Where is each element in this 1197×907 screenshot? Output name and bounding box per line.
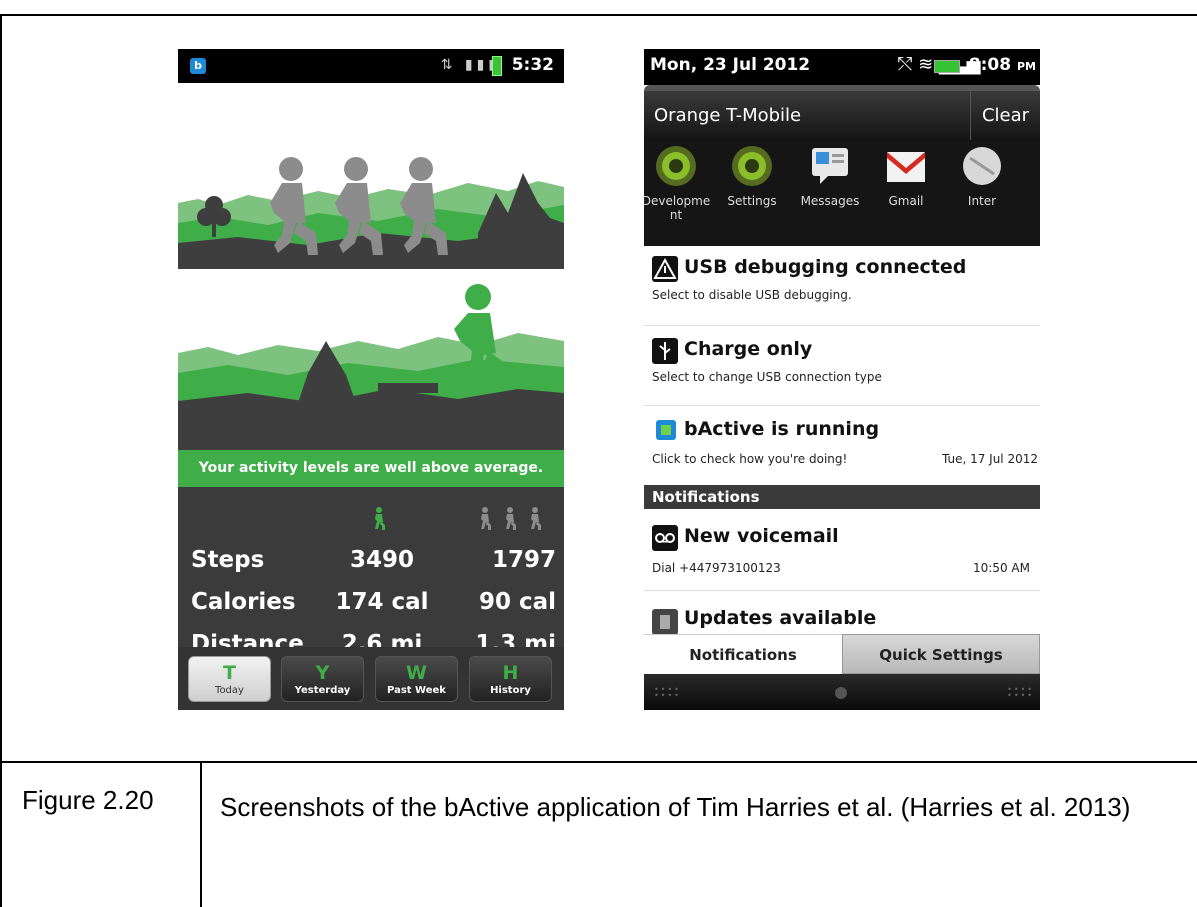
- notification-bactive[interactable]: bActive is running Click to check how yo…: [644, 406, 1040, 485]
- stat-row-calories: Calories 174 cal 90 cal: [178, 589, 564, 629]
- voicemail-icon: [652, 525, 678, 551]
- app-development[interactable]: Developme nt: [644, 144, 714, 222]
- notification-updates[interactable]: Updates available: [644, 591, 1040, 634]
- notification-title: Updates available: [684, 607, 877, 629]
- table-border-left: [0, 14, 2, 907]
- app-label: Inter: [967, 194, 997, 208]
- shade-drag-handle[interactable]: •••• •••• •••• ••••: [644, 674, 1040, 710]
- app-label: Settings: [727, 194, 777, 208]
- activity-scene: [178, 83, 564, 450]
- notification-title: bActive is running: [684, 418, 880, 440]
- notification-title: New voicemail: [684, 525, 839, 547]
- table-divider-caption: [200, 761, 202, 907]
- status-bar: b ⇅ ▮▮▮ 5:32: [178, 49, 564, 83]
- carrier-name: Orange T-Mobile: [654, 105, 802, 126]
- globe-icon: [963, 147, 1001, 185]
- stats-panel: Steps 3490 1797 Calories 174 cal 90 cal …: [178, 487, 564, 657]
- tab-label: Today: [215, 685, 244, 696]
- you-walker-icon: [375, 507, 385, 530]
- figure-label: Figure 2.20: [22, 785, 154, 815]
- notification-shade-screenshot: Mon, 23 Jul 2012 ⤲ ≋ ▁▃▅ 8:08 PM Orange …: [644, 49, 1040, 710]
- handle-dot: [835, 687, 847, 699]
- notification-subtitle: Dial +447973100123: [652, 561, 781, 575]
- app-messages[interactable]: Messages: [792, 144, 868, 208]
- activity-banner: Your activity levels are well above aver…: [178, 450, 564, 487]
- shade-tab-bar: Notifications Quick Settings: [644, 634, 1040, 674]
- stat-label: Steps: [191, 547, 265, 573]
- tab-quick-settings[interactable]: Quick Settings: [842, 634, 1040, 674]
- notifications-section-header: Notifications: [644, 485, 1040, 509]
- notification-title: Charge only: [684, 338, 813, 360]
- activity-illustration: [178, 157, 564, 450]
- stat-you-value: 174 cal: [335, 589, 429, 615]
- stat-you-value: 3490: [349, 547, 414, 573]
- tab-history[interactable]: H History: [469, 656, 552, 702]
- status-ampm: PM: [1016, 60, 1036, 73]
- app-label: Developme nt: [644, 194, 711, 222]
- notification-charge-only[interactable]: Charge only Select to change USB connect…: [644, 326, 1040, 406]
- tab-letter: Y: [315, 662, 330, 684]
- app-label: Gmail: [888, 194, 924, 208]
- stat-average-value: 1797: [491, 547, 556, 573]
- updates-icon: [652, 609, 678, 634]
- status-bar: Mon, 23 Jul 2012 ⤲ ≋ ▁▃▅ 8:08 PM: [644, 49, 1040, 85]
- gear-icon: [732, 146, 772, 186]
- tab-past-week[interactable]: W Past Week: [375, 656, 458, 702]
- recent-apps-row: Developme nt Settings Messages Gmail Int…: [644, 140, 1040, 246]
- status-time-value: 8:08: [968, 55, 1012, 75]
- grip-dots-left: •••• ••••: [654, 685, 681, 700]
- average-walkers-icon: [481, 507, 541, 530]
- tab-letter: W: [406, 662, 427, 684]
- battery-icon: [492, 56, 502, 76]
- grip-dots-right: •••• ••••: [1007, 685, 1034, 700]
- tab-letter: H: [502, 662, 519, 684]
- app-internet[interactable]: Inter: [944, 144, 1020, 208]
- app-settings[interactable]: Settings: [714, 144, 790, 208]
- notification-subtitle: Select to disable USB debugging.: [652, 288, 852, 302]
- usb-icon: [652, 338, 678, 364]
- stat-label: Calories: [191, 589, 296, 615]
- status-time: 5:32: [511, 55, 554, 75]
- notification-title: USB debugging connected: [684, 256, 967, 278]
- notification-voicemail[interactable]: New voicemail Dial +447973100123 10:50 A…: [644, 509, 1040, 591]
- tab-yesterday[interactable]: Y Yesterday: [281, 656, 364, 702]
- tab-notifications[interactable]: Notifications: [644, 634, 842, 674]
- stat-average-value: 90 cal: [478, 589, 556, 615]
- figure-caption: Screenshots of the bActive application o…: [220, 792, 1131, 822]
- tab-label: Past Week: [387, 685, 446, 696]
- carrier-bar: Orange T-Mobile Clear: [644, 85, 1040, 140]
- table-border-middle: [0, 761, 1197, 763]
- tab-label: History: [490, 685, 531, 696]
- table-border-top: [0, 14, 1197, 16]
- notification-time: 10:50 AM: [973, 561, 1030, 575]
- tab-label: Yesterday: [294, 685, 351, 696]
- tab-today[interactable]: T Today: [188, 656, 271, 702]
- messages-icon: [812, 148, 848, 184]
- bactive-phone-screenshot: b ⇅ ▮▮▮ 5:32 Your activity levels are we…: [178, 49, 564, 710]
- bactive-app-icon: b: [190, 58, 206, 74]
- bactive-icon: [656, 420, 676, 440]
- figure-table: b ⇅ ▮▮▮ 5:32 Your activity levels are we…: [0, 0, 1197, 907]
- battery-icon: [934, 60, 960, 73]
- tab-letter: T: [223, 662, 236, 684]
- you-scene: [178, 284, 564, 450]
- average-scene: [178, 157, 564, 269]
- period-tab-bar: T Today Y Yesterday W Past Week H Histor…: [178, 647, 564, 710]
- app-gmail[interactable]: Gmail: [868, 144, 944, 208]
- app-label: Messages: [800, 194, 860, 208]
- clear-button[interactable]: Clear: [970, 91, 1040, 140]
- gmail-icon: [887, 152, 925, 182]
- gear-icon: [656, 146, 696, 186]
- status-date: Mon, 23 Jul 2012: [650, 55, 811, 75]
- notification-subtitle: Select to change USB connection type: [652, 370, 882, 384]
- notification-time: Tue, 17 Jul 2012: [941, 452, 1038, 466]
- usb-debugging-icon: [652, 256, 678, 282]
- notification-usb-debugging[interactable]: USB debugging connected Select to disabl…: [644, 246, 1040, 326]
- stat-row-steps: Steps 3490 1797: [178, 547, 564, 587]
- notification-subtitle: Click to check how you're doing!: [652, 452, 848, 466]
- status-time: 8:08 PM: [969, 55, 1036, 75]
